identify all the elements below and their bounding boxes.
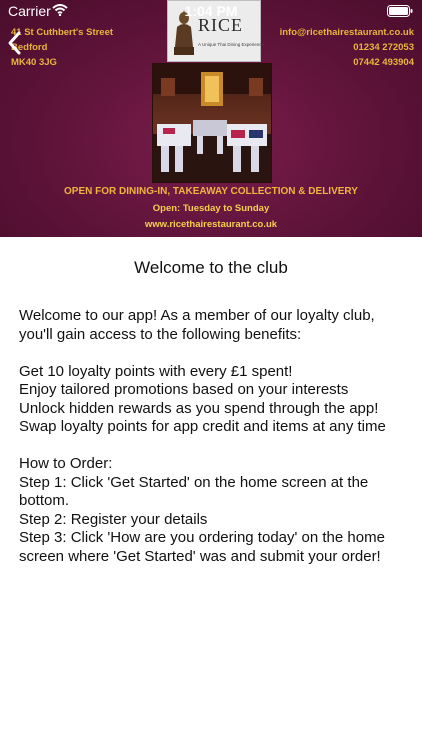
- benefit-item: Swap loyalty points for app credit and i…: [19, 418, 386, 435]
- benefit-item: Enjoy tailored promotions based on your …: [19, 381, 349, 398]
- interior-photo-icon: [153, 64, 271, 182]
- header-banner: 41 St Cuthbert's Street Bedford MK40 3JG…: [0, 0, 422, 237]
- contact-email: info@ricethairestaurant.co.uk: [279, 27, 414, 38]
- contact-mobile: 07442 493904: [353, 57, 414, 68]
- benefit-item: Get 10 loyalty points with every £1 spen…: [19, 362, 293, 380]
- step-item: Step 3: Click 'How are you ordering toda…: [19, 529, 385, 565]
- welcome-text: Welcome to our app! As a member of our l…: [19, 307, 411, 566]
- contact-phone: 01234 272053: [353, 42, 414, 53]
- page-title: Welcome to the club: [134, 258, 288, 277]
- address-line: Bedford: [11, 42, 48, 53]
- how-to-heading: How to Order:: [19, 455, 113, 472]
- intro-paragraph: Welcome to our app! As a member of our l…: [19, 307, 375, 343]
- restaurant-contact: info@ricethairestaurant.co.uk 01234 2720…: [280, 25, 414, 70]
- logo-subtitle: A Unique Thai Dining Experience: [198, 42, 264, 47]
- address-line: MK40 3JG: [11, 57, 57, 68]
- step-item: Step 2: Register your details: [19, 510, 208, 528]
- status-time: 1:04 PM: [184, 3, 238, 19]
- service-tagline: OPEN FOR DINING-IN, TAKEAWAY COLLECTION …: [64, 186, 358, 197]
- benefit-item: Unlock hidden rewards as you spend throu…: [19, 399, 379, 417]
- restaurant-address: 41 St Cuthbert's Street Bedford MK40 3JG: [11, 25, 113, 70]
- restaurant-interior-photo: [152, 63, 272, 183]
- back-chevron-icon[interactable]: [4, 30, 26, 56]
- website-url: www.ricethairestaurant.co.uk: [144, 219, 278, 230]
- status-bar: Carrier 1:04 PM: [0, 0, 422, 22]
- address-line: 41 St Cuthbert's Street: [11, 27, 114, 38]
- opening-hours: Open: Tuesday to Sunday: [152, 203, 270, 214]
- step-item: Step 1: Click 'Get Started' on the home …: [19, 473, 369, 510]
- battery-icon: [387, 5, 413, 17]
